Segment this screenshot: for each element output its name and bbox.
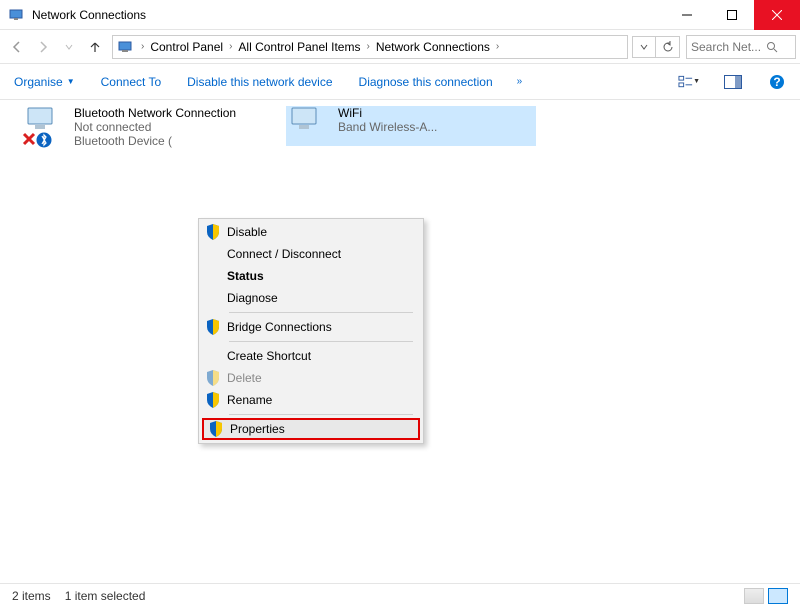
menu-status[interactable]: Status bbox=[201, 265, 421, 287]
history-dropdown[interactable] bbox=[632, 36, 656, 58]
connection-device: Band Wireless-A... bbox=[338, 120, 536, 134]
shield-icon bbox=[205, 392, 221, 408]
forward-button[interactable] bbox=[30, 34, 56, 60]
connect-to-button[interactable]: Connect To bbox=[99, 71, 164, 93]
error-x-icon bbox=[22, 132, 36, 146]
overflow-chevron[interactable]: » bbox=[517, 76, 523, 87]
menu-rename[interactable]: Rename bbox=[201, 389, 421, 411]
breadcrumb-item[interactable]: Network Connections bbox=[374, 40, 492, 54]
chevron-down-icon: ▼ bbox=[67, 77, 75, 86]
chevron-right-icon[interactable]: › bbox=[229, 41, 232, 52]
icons-view-button[interactable] bbox=[768, 588, 788, 604]
shield-icon bbox=[205, 370, 221, 386]
search-input[interactable] bbox=[691, 40, 766, 54]
diagnose-button[interactable]: Diagnose this connection bbox=[357, 71, 495, 93]
window-title: Network Connections bbox=[32, 8, 664, 22]
content-area[interactable]: Bluetooth Network Connection Not connect… bbox=[0, 100, 800, 580]
view-options-button[interactable]: ▼ bbox=[678, 71, 700, 93]
bluetooth-icon bbox=[36, 132, 52, 148]
network-icon bbox=[117, 39, 133, 55]
svg-text:?: ? bbox=[773, 75, 780, 89]
status-bar: 2 items 1 item selected bbox=[0, 583, 800, 607]
menu-create-shortcut[interactable]: Create Shortcut bbox=[201, 345, 421, 367]
chevron-right-icon[interactable]: › bbox=[141, 41, 144, 52]
bluetooth-connection-icon bbox=[22, 106, 70, 146]
menu-diagnose[interactable]: Diagnose bbox=[201, 287, 421, 309]
menu-properties[interactable]: Properties bbox=[202, 418, 420, 440]
menu-separator bbox=[229, 312, 413, 313]
menu-connect-disconnect[interactable]: Connect / Disconnect bbox=[201, 243, 421, 265]
status-selected-count: 1 item selected bbox=[65, 589, 146, 603]
details-view-button[interactable] bbox=[744, 588, 764, 604]
wifi-connection-icon bbox=[286, 106, 334, 146]
chevron-right-icon[interactable]: › bbox=[366, 41, 369, 52]
connection-name: WiFi bbox=[338, 106, 536, 120]
preview-pane-button[interactable] bbox=[722, 71, 744, 93]
maximize-button[interactable] bbox=[709, 0, 754, 30]
menu-disable[interactable]: Disable bbox=[201, 221, 421, 243]
app-icon bbox=[8, 7, 24, 23]
context-menu: Disable Connect / Disconnect Status Diag… bbox=[198, 218, 424, 444]
menu-separator bbox=[229, 341, 413, 342]
close-button[interactable] bbox=[754, 0, 800, 30]
connection-device: Bluetooth Device ( bbox=[74, 134, 272, 148]
minimize-button[interactable] bbox=[664, 0, 709, 30]
search-box[interactable] bbox=[686, 35, 796, 59]
menu-bridge[interactable]: Bridge Connections bbox=[201, 316, 421, 338]
shield-icon bbox=[208, 421, 224, 437]
status-item-count: 2 items bbox=[12, 589, 51, 603]
shield-icon bbox=[205, 224, 221, 240]
organise-menu[interactable]: Organise▼ bbox=[12, 71, 77, 93]
breadcrumb-item[interactable]: All Control Panel Items bbox=[236, 40, 362, 54]
connection-item-wifi[interactable]: WiFi Band Wireless-A... bbox=[286, 106, 536, 146]
menu-delete: Delete bbox=[201, 367, 421, 389]
up-button[interactable] bbox=[82, 34, 108, 60]
help-button[interactable]: ? bbox=[766, 71, 788, 93]
menu-separator bbox=[229, 414, 413, 415]
breadcrumb-item[interactable]: Control Panel bbox=[148, 40, 225, 54]
back-button[interactable] bbox=[4, 34, 30, 60]
recent-dropdown[interactable] bbox=[56, 34, 82, 60]
title-bar: Network Connections bbox=[0, 0, 800, 30]
breadcrumb[interactable]: › Control Panel › All Control Panel Item… bbox=[112, 35, 628, 59]
address-bar: › Control Panel › All Control Panel Item… bbox=[0, 30, 800, 64]
connection-status: Not connected bbox=[74, 120, 272, 134]
chevron-right-icon[interactable]: › bbox=[496, 41, 499, 52]
shield-icon bbox=[205, 319, 221, 335]
command-bar: Organise▼ Connect To Disable this networ… bbox=[0, 64, 800, 100]
refresh-button[interactable] bbox=[656, 36, 680, 58]
disable-device-button[interactable]: Disable this network device bbox=[185, 71, 334, 93]
connection-item-bluetooth[interactable]: Bluetooth Network Connection Not connect… bbox=[22, 106, 272, 148]
search-icon bbox=[766, 41, 778, 53]
connection-name: Bluetooth Network Connection bbox=[74, 106, 272, 120]
